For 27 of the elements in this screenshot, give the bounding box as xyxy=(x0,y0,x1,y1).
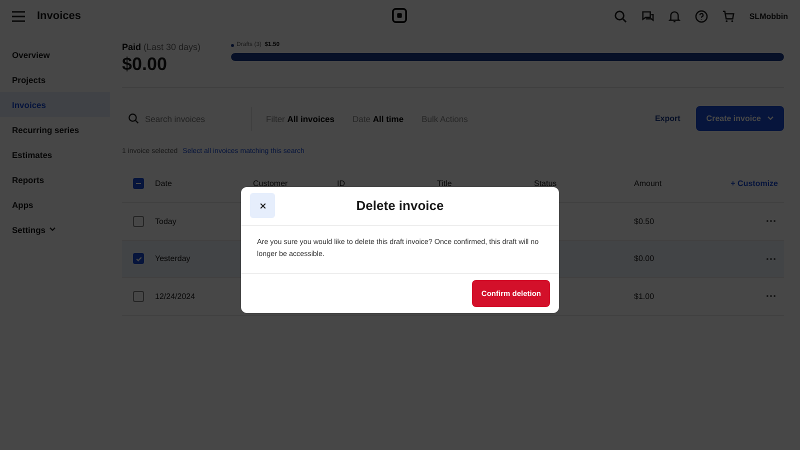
sidebar-item[interactable]: Overview xyxy=(0,42,110,67)
account-name[interactable]: SLMobbin xyxy=(749,12,788,20)
column-header[interactable]: ID xyxy=(337,179,437,188)
sidebar-item[interactable]: Recurring series xyxy=(0,117,110,142)
sidebar-item[interactable]: Reports xyxy=(0,167,110,192)
customize-link[interactable]: + Customize xyxy=(730,179,778,188)
sidebar-item[interactable]: Settings xyxy=(0,217,110,242)
export-button[interactable]: Export xyxy=(648,108,686,129)
sidebar-item[interactable]: Projects xyxy=(0,67,110,92)
column-header[interactable]: Amount xyxy=(634,179,694,188)
amount-cell-text: $0.00 xyxy=(634,254,656,264)
sidebar-item[interactable]: Estimates xyxy=(0,142,110,167)
column-header[interactable]: Date xyxy=(155,179,253,188)
amount-cell-text: $1.00 xyxy=(634,292,656,301)
close-button[interactable] xyxy=(250,193,275,218)
date-cell-text: Today xyxy=(155,216,178,226)
amount-cell-text: $0.50 xyxy=(634,216,656,226)
paid-amount: $0.00 xyxy=(122,54,168,75)
dialog-title: Delete invoice xyxy=(355,198,445,214)
date-cell-text: 12/24/2024 xyxy=(155,292,196,301)
page-title: Invoices xyxy=(37,10,82,22)
column-header[interactable]: Customer xyxy=(253,179,337,188)
date-cell-text: Yesterday xyxy=(155,254,192,264)
sidebar-item[interactable]: Apps xyxy=(0,192,110,217)
column-header[interactable]: Status xyxy=(534,179,634,188)
close-icon xyxy=(258,202,266,210)
column-header[interactable]: Title xyxy=(437,179,534,188)
